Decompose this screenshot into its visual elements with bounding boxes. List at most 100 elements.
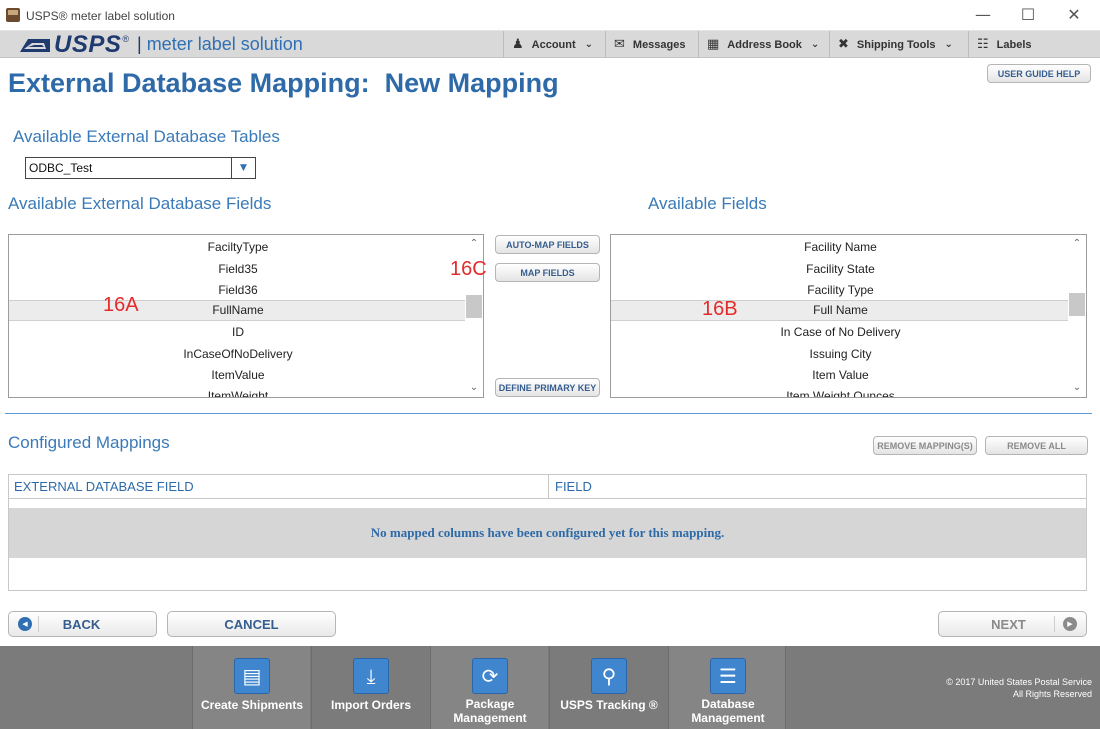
tracking-icon: ⚲ [591,658,627,694]
chevron-down-icon: ⌄ [584,39,594,50]
copyright-line-1: © 2017 United States Postal Service [946,677,1092,687]
list-item-selected[interactable]: Full Name [611,300,1070,321]
list-item[interactable]: ID [9,322,467,343]
tile-label: Import Orders [330,698,411,712]
nav-messages[interactable]: ✉ Messages [605,31,698,58]
tile-database-management[interactable]: ☰ Database Management [668,646,786,729]
nav-labels-label: Labels [996,38,1032,51]
annotation-16a: 16A [103,294,139,316]
list-item[interactable]: FaciltyType [9,237,467,258]
list-item-selected[interactable]: FullName [9,300,467,321]
database-icon: ☰ [710,658,746,694]
window-titlebar: USPS® meter label solution — ☐ ✕ [0,0,1100,31]
window-title: USPS® meter label solution [26,9,175,23]
nav-address-book[interactable]: ▦ Address Book ⌄ [698,31,829,58]
app-icon [6,8,20,22]
nav-messages-label: Messages [632,38,686,51]
refresh-icon: ⟳ [472,658,508,694]
tile-label: Database Management [691,697,765,725]
user-guide-help-button[interactable]: USER GUIDE HELP [987,64,1091,83]
list-item[interactable]: Facility Type [611,280,1070,301]
map-fields-button[interactable]: MAP FIELDS [495,263,600,282]
nav-labels[interactable]: ☷ Labels [968,31,1100,58]
tile-package-management[interactable]: ⟳ Package Management [430,646,548,729]
list-item[interactable]: Facility Name [611,237,1070,258]
copyright-line-2: All Rights Reserved [1012,689,1092,699]
nav-address-book-label: Address Book [727,38,802,51]
minimize-button[interactable]: — [963,4,1003,26]
copyright: © 2017 United States Postal Service All … [946,676,1092,700]
external-fields-label: Available External Database Fields [8,194,272,213]
scroll-thumb[interactable] [466,295,482,318]
auto-map-fields-button[interactable]: AUTO-MAP FIELDS [495,235,600,254]
list-item[interactable]: InCaseOfNoDelivery [9,344,467,365]
next-arrow-icon: ▶ [1063,617,1077,631]
tile-usps-tracking[interactable]: ⚲ USPS Tracking ® [549,646,667,729]
empty-table-message: No mapped columns have been configured y… [9,508,1086,558]
tools-icon: ✖ [838,37,849,52]
available-fields-list[interactable]: Facility Name Facility State Facility Ty… [610,234,1087,398]
scroll-down-icon[interactable]: ⌄ [465,381,483,395]
remove-mappings-button[interactable]: REMOVE MAPPING(S) [873,436,977,455]
nav-shipping-tools[interactable]: ✖ Shipping Tools ⌄ [829,31,968,58]
nav-account-label: Account [531,38,576,51]
list-item[interactable]: ItemValue [9,365,467,386]
back-button[interactable]: ◀ BACK [8,611,157,637]
tile-label: USPS Tracking ® [560,698,658,712]
mappings-table: EXTERNAL DATABASE FIELD FIELD No mapped … [8,474,1087,591]
column-external-database-field[interactable]: EXTERNAL DATABASE FIELD [9,475,549,499]
scroll-down-icon[interactable]: ⌄ [1068,381,1086,395]
brand-reg: ® [122,33,129,44]
list-item[interactable]: Facility State [611,259,1070,280]
button-separator [38,616,39,632]
cancel-button[interactable]: CANCEL [167,611,336,637]
section-divider [5,413,1092,414]
usps-logo: USPS ® | meter label solution [20,30,303,58]
tile-label: Package Management [453,697,527,725]
app-navbar: USPS ® | meter label solution ♟ Account … [0,31,1100,58]
configured-mappings-label: Configured Mappings [8,433,170,452]
back-label: BACK [62,616,101,632]
scrollbar[interactable]: ⌃ ⌄ [1068,235,1086,397]
list-item[interactable]: Issuing City [611,344,1070,365]
label-icon: ▤ [234,658,270,694]
tile-import-orders[interactable]: ⤓ Import Orders [311,646,429,729]
product-name: meter label solution [146,34,303,54]
annotation-16b: 16B [702,298,738,320]
close-button[interactable]: ✕ [1054,4,1094,26]
app-footer: ▤ Create Shipments ⤓ Import Orders ⟳ Pac… [0,646,1100,729]
list-item[interactable]: Item Weight Ounces [611,386,1070,397]
list-item[interactable]: Item Value [611,365,1070,386]
scroll-thumb[interactable] [1069,293,1085,316]
available-fields-label: Available Fields [648,194,767,213]
button-separator [1054,616,1055,632]
list-item[interactable]: Field35 [9,259,467,280]
nav-account[interactable]: ♟ Account ⌄ [503,31,605,58]
chevron-down-icon: ⌄ [810,39,820,50]
nav-shipping-tools-label: Shipping Tools [856,38,936,51]
column-field[interactable]: FIELD [550,475,1086,499]
scroll-up-icon[interactable]: ⌃ [1068,237,1086,251]
tile-create-shipments[interactable]: ▤ Create Shipments [192,646,310,729]
maximize-button[interactable]: ☐ [1008,4,1048,26]
chevron-down-icon[interactable]: ▼ [231,158,255,178]
list-item[interactable]: Field36 [9,280,467,301]
cart-icon: ☷ [977,37,989,52]
next-button[interactable]: NEXT ▶ [938,611,1087,637]
tables-label: Available External Database Tables [13,127,280,146]
remove-all-button[interactable]: REMOVE ALL [985,436,1088,455]
eagle-icon [20,37,50,53]
annotation-16c: 16C [450,258,487,280]
table-select[interactable]: ODBC_Test ▼ [25,157,256,179]
page-title: External Database Mapping: New Mapping [8,68,559,98]
list-item[interactable]: ItemWeight [9,386,467,397]
table-header: EXTERNAL DATABASE FIELD FIELD [9,475,1086,499]
person-icon: ♟ [512,37,524,52]
external-fields-list[interactable]: FaciltyType Field35 Field36 FullName ID … [8,234,484,398]
list-item[interactable]: In Case of No Delivery [611,322,1070,343]
scroll-up-icon[interactable]: ⌃ [465,237,483,251]
define-primary-key-button[interactable]: DEFINE PRIMARY KEY [495,378,600,397]
address-book-icon: ▦ [707,37,720,52]
back-arrow-icon: ◀ [18,617,32,631]
brand-name: USPS [54,30,122,58]
